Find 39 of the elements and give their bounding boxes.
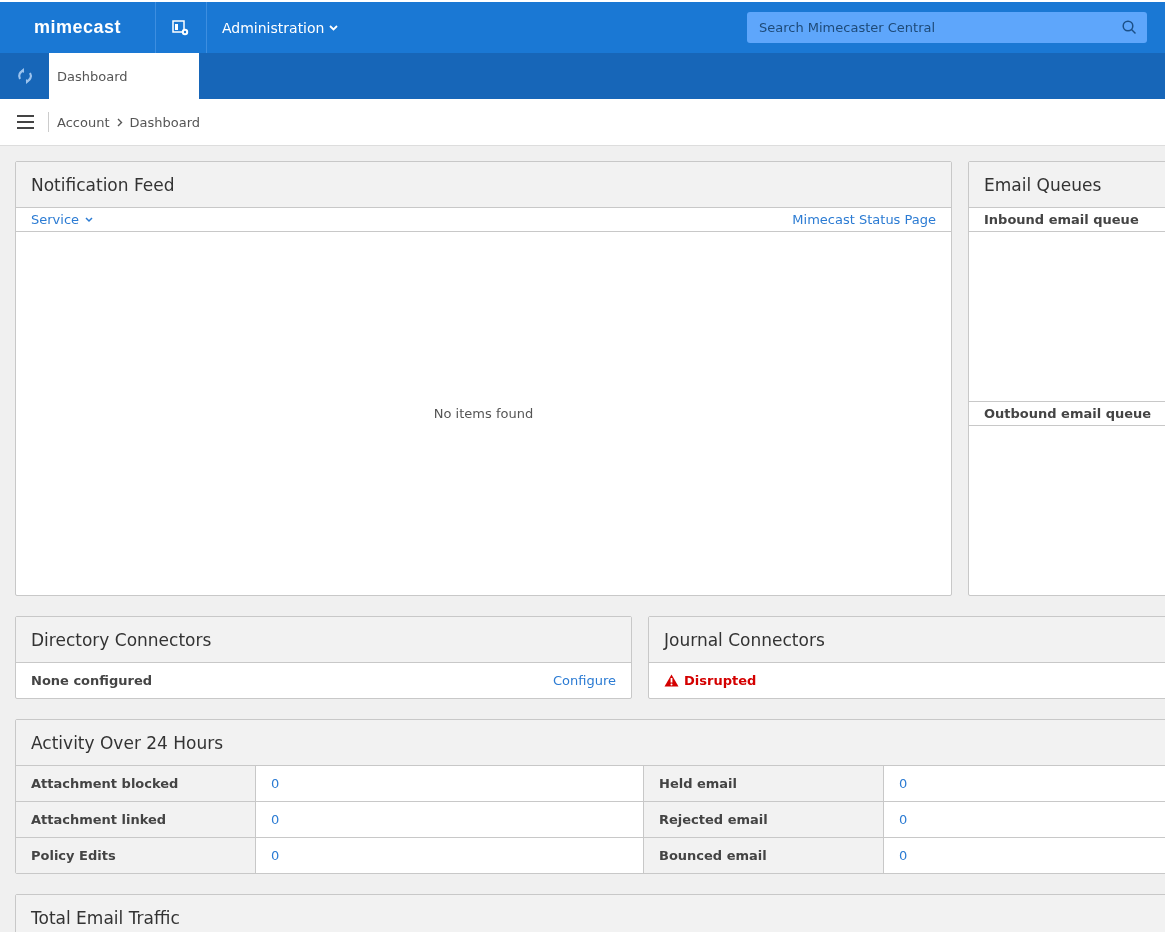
chevron-right-icon	[116, 117, 123, 127]
service-filter[interactable]: Service	[31, 212, 94, 227]
panel-title: Directory Connectors	[31, 629, 212, 650]
metric-value[interactable]: 0	[271, 848, 280, 863]
configure-link[interactable]: Configure	[553, 673, 616, 688]
administration-menu[interactable]: Administration	[207, 2, 354, 53]
breadcrumb-link[interactable]: Account	[57, 114, 110, 130]
metric-label: Attachment linked	[16, 802, 256, 838]
metric-label: Policy Edits	[16, 838, 256, 873]
panel-title: Activity Over 24 Hours	[31, 732, 224, 753]
chevron-down-icon	[329, 24, 339, 31]
menu-icon[interactable]	[17, 115, 34, 129]
refresh-icon[interactable]	[16, 68, 33, 84]
metric-value[interactable]: 0	[899, 812, 908, 827]
metric-label: Attachment blocked	[16, 766, 256, 802]
app-settings-icon[interactable]	[172, 19, 190, 36]
panel-title: Notification Feed	[31, 174, 175, 195]
panel-title: Journal Connectors	[664, 629, 825, 650]
metric-label: Held email	[644, 766, 884, 802]
panel-title: Total Email Traffic	[31, 907, 180, 928]
status-page-link[interactable]: Mimecast Status Page	[792, 212, 936, 227]
panel-title: Email Queues	[984, 174, 1102, 195]
search-icon[interactable]	[1122, 20, 1137, 35]
breadcrumb-link[interactable]: Dashboard	[129, 114, 201, 130]
metric-value[interactable]: 0	[899, 848, 908, 863]
queue-heading: Inbound email queue	[984, 212, 1139, 227]
chevron-down-icon	[85, 216, 94, 223]
metric-label: Bounced email	[644, 838, 884, 873]
metric-label: Rejected email	[644, 802, 884, 838]
metric-value[interactable]: 0	[271, 776, 280, 791]
status-text: Disrupted	[684, 673, 757, 688]
warning-icon	[664, 674, 679, 687]
search-field[interactable]: Search Mimecaster Central	[747, 12, 1147, 43]
metric-value[interactable]: 0	[899, 776, 908, 791]
empty-message: No items found	[433, 406, 534, 421]
queue-heading: Outbound email queue	[984, 406, 1152, 421]
status-text: None configured	[31, 673, 153, 688]
dashboard-tab[interactable]: Dashboard	[49, 53, 199, 99]
metric-value[interactable]: 0	[271, 812, 280, 827]
